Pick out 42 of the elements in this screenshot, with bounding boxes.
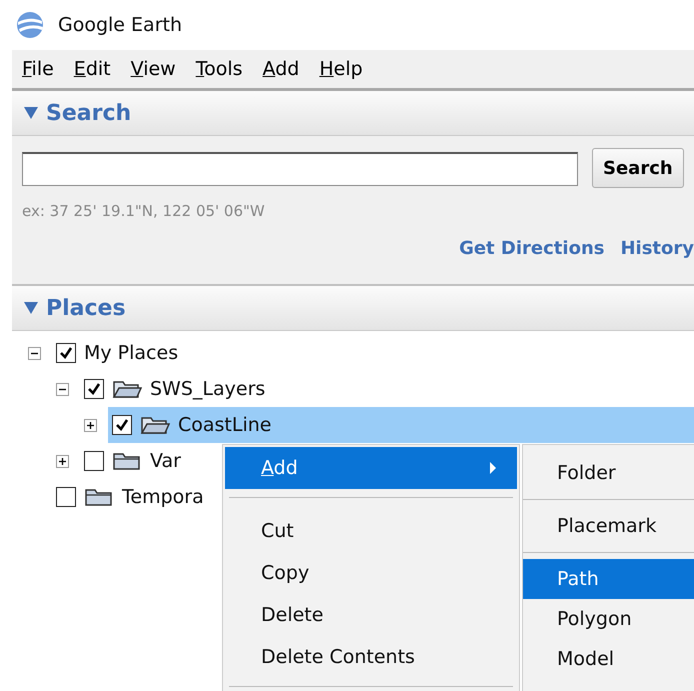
- menu-item[interactable]: Cut: [225, 510, 517, 552]
- menu-item[interactable]: Delete Contents: [225, 636, 517, 678]
- tree-item[interactable]: My Places: [84, 342, 178, 364]
- menu-item[interactable]: Folder: [523, 453, 694, 493]
- tree-item[interactable]: CoastLine: [178, 414, 272, 436]
- expand-icon[interactable]: [84, 418, 97, 432]
- menu-item[interactable]: View: [130, 58, 176, 80]
- collapse-triangle-icon[interactable]: [24, 301, 38, 315]
- checkbox[interactable]: [56, 343, 76, 363]
- menu-item[interactable]: Tools: [196, 58, 243, 80]
- collapse-icon[interactable]: [56, 382, 69, 396]
- link[interactable]: Get Directions: [459, 238, 604, 259]
- menu-item[interactable]: Polygon: [523, 599, 694, 639]
- menu-item[interactable]: Add: [225, 447, 517, 489]
- search-button[interactable]: Search: [592, 148, 684, 188]
- checkbox[interactable]: [84, 451, 104, 471]
- menu-item[interactable]: Path: [523, 559, 694, 599]
- collapse-triangle-icon[interactable]: [24, 106, 38, 120]
- menu-item[interactable]: File: [22, 58, 54, 80]
- panel-header[interactable]: Search: [46, 100, 132, 126]
- menu-item[interactable]: Help: [319, 58, 363, 80]
- expand-icon[interactable]: [56, 454, 69, 468]
- menu-item[interactable]: Copy: [225, 552, 517, 594]
- submenu-arrow-icon: [489, 462, 497, 474]
- menu-item[interactable]: Edit: [74, 58, 111, 80]
- search-hint: ex: 37 25' 19.1"N, 122 05' 06"W: [22, 202, 266, 220]
- window-title: Google Earth: [58, 14, 182, 36]
- menu-item[interactable]: Placemark: [523, 506, 694, 546]
- tree-item[interactable]: Var: [150, 450, 181, 472]
- menu-item[interactable]: Delete: [225, 594, 517, 636]
- checkbox[interactable]: [112, 415, 132, 435]
- tree-item[interactable]: SWS_Layers: [150, 378, 266, 400]
- menu-item[interactable]: Model: [523, 639, 694, 679]
- globe-icon: [16, 11, 44, 39]
- checkbox[interactable]: [84, 379, 104, 399]
- collapse-icon[interactable]: [28, 346, 41, 360]
- checkbox[interactable]: [56, 487, 76, 507]
- tree-item[interactable]: Tempora: [122, 486, 204, 508]
- search-field[interactable]: [22, 152, 578, 186]
- link[interactable]: History: [620, 238, 694, 259]
- menu-item[interactable]: Add: [262, 58, 300, 80]
- panel-header[interactable]: Places: [46, 296, 126, 320]
